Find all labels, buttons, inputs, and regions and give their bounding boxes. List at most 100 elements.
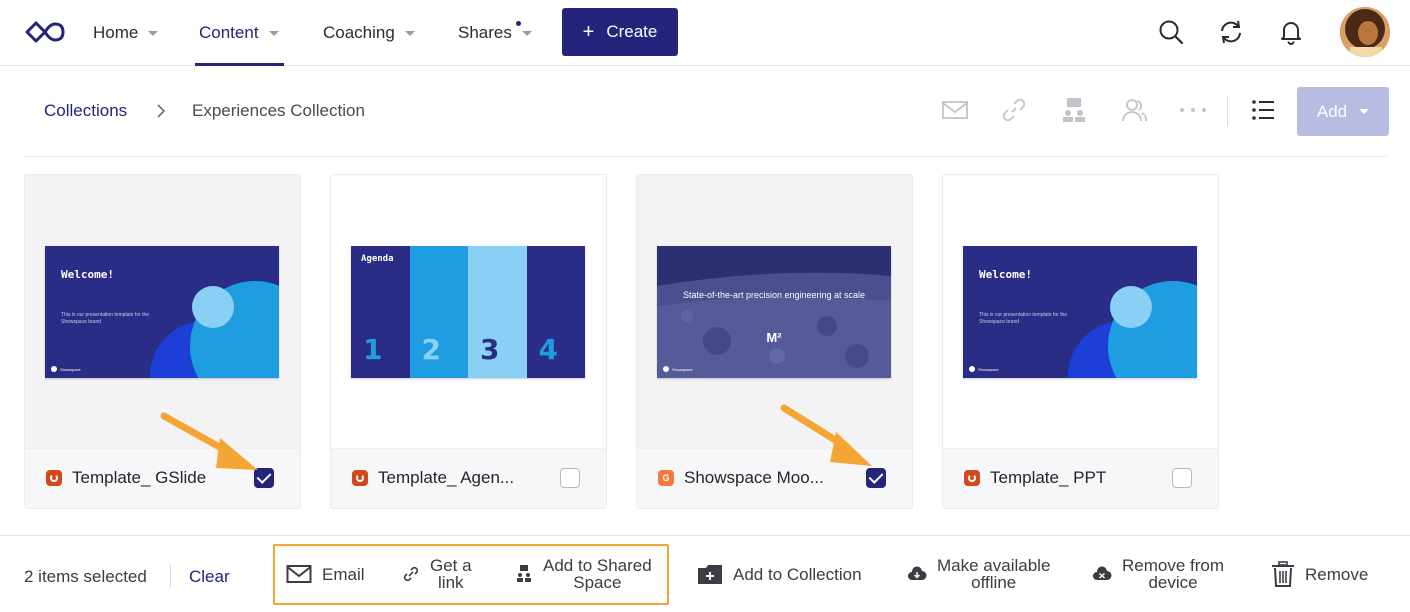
card-checkbox[interactable] bbox=[560, 468, 580, 488]
remove-from-device-action-button[interactable]: Remove from device bbox=[1092, 536, 1224, 612]
chevron-down-icon bbox=[268, 30, 279, 36]
link-icon[interactable] bbox=[999, 95, 1029, 125]
bar-divider bbox=[170, 564, 171, 588]
agenda-column: 1 bbox=[351, 246, 410, 378]
cloud-remove-icon bbox=[1092, 566, 1112, 582]
selection-action-bar: 2 items selected Clear Email Get a link … bbox=[0, 535, 1410, 611]
slide-brand: Showspace bbox=[978, 367, 999, 372]
file-badge: G bbox=[662, 473, 670, 483]
sync-icon[interactable] bbox=[1216, 17, 1246, 47]
add-to-shared-space-action-button[interactable]: Add to Shared Space bbox=[515, 536, 652, 612]
card-title[interactable]: Template_ Agen... bbox=[378, 468, 514, 488]
toolbar-divider bbox=[1227, 96, 1228, 126]
agenda-column: 3 bbox=[468, 246, 527, 378]
slide-heading: Welcome! bbox=[979, 268, 1032, 281]
get-link-label-line2: link bbox=[438, 573, 464, 592]
slide-mark: M² bbox=[766, 330, 782, 345]
slide-body: This is our presentation template for th… bbox=[61, 312, 150, 325]
remove-from-device-label: Remove from device bbox=[1122, 557, 1224, 591]
make-available-offline-action-button[interactable]: Make available offline bbox=[907, 536, 1050, 612]
moon-surface-image bbox=[657, 246, 891, 378]
content-card[interactable]: Welcome! This is our presentation templa… bbox=[942, 174, 1219, 509]
agenda-number: 3 bbox=[480, 333, 500, 366]
add-to-collection-label: Add to Collection bbox=[733, 564, 862, 584]
nav-coaching[interactable]: Coaching bbox=[323, 0, 415, 66]
create-button[interactable]: + Create bbox=[562, 8, 678, 56]
brand-logo-icon bbox=[969, 366, 975, 372]
chevron-down-icon bbox=[148, 30, 159, 36]
nav-content[interactable]: Content bbox=[195, 0, 284, 66]
email-label: Email bbox=[322, 564, 365, 584]
nav-content-label: Content bbox=[199, 23, 259, 42]
trash-icon bbox=[1271, 561, 1295, 587]
slide-thumbnail: Welcome! This is our presentation templa… bbox=[963, 246, 1197, 378]
chevron-down-icon bbox=[521, 30, 532, 36]
slide-thumbnail: State-of-the-art precision engineering a… bbox=[657, 246, 891, 378]
cloud-download-icon bbox=[907, 566, 927, 582]
nav-home[interactable]: Home bbox=[93, 0, 159, 66]
brand-logo-icon bbox=[663, 366, 669, 372]
link-icon bbox=[402, 565, 420, 583]
bell-icon[interactable] bbox=[1276, 17, 1306, 47]
agenda-number: 4 bbox=[538, 333, 558, 366]
add-button[interactable]: Add bbox=[1297, 87, 1389, 136]
card-footer: Template_ PPT bbox=[943, 448, 1218, 508]
google-slides-file-icon: G bbox=[658, 470, 674, 486]
slide-heading: Welcome! bbox=[61, 268, 114, 281]
email-icon bbox=[286, 564, 312, 584]
slide-heading: State-of-the-art precision engineering a… bbox=[682, 290, 866, 300]
list-view-icon[interactable] bbox=[1248, 95, 1278, 125]
add-collection-icon bbox=[697, 562, 723, 586]
add-label: Add bbox=[1316, 101, 1348, 121]
chevron-right-icon bbox=[155, 103, 167, 119]
notification-dot bbox=[516, 21, 521, 26]
add-to-collection-action-button[interactable]: Add to Collection bbox=[697, 536, 862, 612]
get-link-label: Get a link bbox=[430, 557, 472, 591]
remove-label: Remove bbox=[1305, 564, 1369, 584]
remove-action-button[interactable]: Remove bbox=[1271, 536, 1368, 612]
offline-label-line2: offline bbox=[971, 573, 1017, 592]
slide-brand: Showspace bbox=[672, 367, 693, 372]
nav-home-label: Home bbox=[93, 23, 139, 42]
presentation-file-icon bbox=[46, 470, 62, 486]
slide-thumbnail: Welcome! This is our presentation templa… bbox=[45, 246, 279, 378]
remove-device-label-line1: Remove from bbox=[1122, 556, 1225, 575]
clear-selection-link[interactable]: Clear bbox=[189, 567, 230, 587]
people-icon[interactable] bbox=[1119, 95, 1149, 125]
email-icon[interactable] bbox=[940, 95, 970, 125]
search-icon[interactable] bbox=[1156, 17, 1186, 47]
top-navigation-bar: Home Content Coaching Shares + Create bbox=[0, 0, 1410, 66]
plus-icon: + bbox=[582, 21, 595, 43]
breadcrumb-current: Experiences Collection bbox=[192, 101, 365, 120]
slide-brand: Showspace bbox=[60, 367, 81, 372]
selection-count: 2 items selected bbox=[24, 567, 147, 586]
user-avatar[interactable] bbox=[1340, 7, 1390, 57]
slide-body: This is our presentation template for th… bbox=[979, 312, 1068, 325]
make-available-offline-label: Make available offline bbox=[937, 557, 1050, 591]
annotation-arrow-icon bbox=[780, 404, 872, 466]
remove-device-label-line2: device bbox=[1148, 573, 1198, 592]
offline-label-line1: Make available bbox=[937, 556, 1051, 575]
presentation-file-icon bbox=[352, 470, 368, 486]
card-title[interactable]: Template_ PPT bbox=[990, 468, 1106, 488]
get-link-action-button[interactable]: Get a link bbox=[402, 536, 472, 612]
slide-shape bbox=[192, 286, 234, 328]
card-checkbox[interactable] bbox=[1172, 468, 1192, 488]
nav-shares[interactable]: Shares bbox=[458, 0, 532, 66]
shared-space-icon bbox=[515, 564, 533, 584]
collection-header: Collections Experiences Collection Add bbox=[0, 67, 1410, 157]
agenda-column: 4 bbox=[526, 246, 585, 378]
card-footer: Template_ Agen... bbox=[331, 448, 606, 508]
shared-space-icon[interactable] bbox=[1059, 95, 1089, 125]
create-label: Create bbox=[606, 22, 658, 41]
agenda-number: 1 bbox=[363, 333, 383, 366]
presentation-file-icon bbox=[964, 470, 980, 486]
breadcrumb-collections-link[interactable]: Collections bbox=[44, 101, 127, 121]
nav-shares-label: Shares bbox=[458, 23, 512, 42]
chevron-down-icon bbox=[1359, 109, 1370, 114]
app-logo-icon[interactable] bbox=[24, 20, 66, 44]
shared-space-label-line2: Space bbox=[573, 573, 622, 592]
email-action-button[interactable]: Email bbox=[286, 536, 365, 612]
content-card[interactable]: 1 2 3 4 Agenda Template_ Agen... bbox=[330, 174, 607, 509]
more-icon[interactable] bbox=[1178, 95, 1208, 125]
